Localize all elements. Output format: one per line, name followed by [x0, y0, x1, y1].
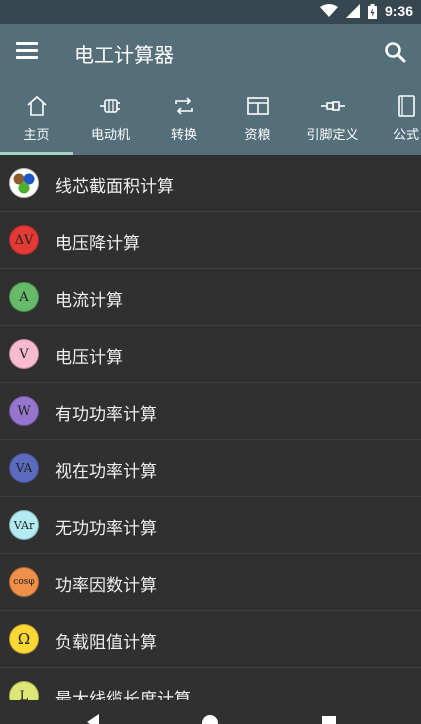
tab-label: 转换	[170, 128, 197, 143]
recents-icon[interactable]	[322, 716, 336, 724]
back-icon[interactable]	[85, 714, 101, 724]
list-item[interactable]: W 有功功率计算	[0, 383, 421, 440]
active-power-icon: W	[9, 396, 39, 426]
tab-label: 主页	[23, 128, 50, 143]
tab-convert[interactable]: 转换	[148, 82, 220, 155]
tab-motor[interactable]: 电动机	[73, 82, 148, 155]
app-screen: 9:36 电工计算器 主页 电动机 转换 资粮 引脚定义 公式 线芯截面积计算 …	[0, 0, 421, 724]
list-item[interactable]: V 电压计算	[0, 326, 421, 383]
motor-icon	[99, 99, 120, 113]
table-icon	[246, 97, 269, 115]
power-factor-icon: cosφ	[9, 567, 39, 597]
tab-label: 引脚定义	[306, 128, 359, 143]
reactive-power-icon: VAr	[9, 510, 39, 540]
load-resistance-icon: Ω	[9, 624, 39, 654]
home-icon	[26, 95, 47, 116]
list-item[interactable]: L 最大线缆长度计算	[0, 668, 421, 700]
list-item[interactable]: A 电流计算	[0, 269, 421, 326]
list-item[interactable]: VAr 无功功率计算	[0, 497, 421, 554]
cable-length-icon: L	[9, 681, 39, 700]
tab-pinout[interactable]: 引脚定义	[295, 82, 370, 155]
book-icon	[398, 95, 415, 117]
search-icon[interactable]	[383, 40, 407, 64]
tab-label: 电动机	[90, 128, 130, 143]
calculator-list: 线芯截面积计算 ΔV 电压降计算 A 电流计算 V 电压计算 W 有功功率计算 …	[0, 155, 421, 700]
apparent-power-icon: VA	[9, 453, 39, 483]
status-icons: 9:36	[319, 3, 413, 19]
list-item[interactable]: cosφ 功率因数计算	[0, 554, 421, 611]
list-item[interactable]: ΔV 电压降计算	[0, 212, 421, 269]
status-bar: 9:36	[0, 0, 421, 24]
list-item[interactable]: 线芯截面积计算	[0, 155, 421, 212]
current-icon: A	[9, 282, 39, 312]
tab-formula[interactable]: 公式	[380, 82, 421, 155]
wifi-icon	[319, 4, 338, 17]
battery-icon	[367, 3, 377, 19]
menu-icon[interactable]	[16, 42, 38, 60]
navigation-bar	[0, 700, 421, 724]
list-item-label: 电压计算	[55, 348, 123, 368]
list-item-label: 视在功率计算	[55, 462, 157, 482]
tab-label: 公式	[392, 128, 419, 143]
clock: 9:36	[384, 3, 413, 19]
repeat-icon	[175, 97, 193, 115]
tab-resources[interactable]: 资粮	[220, 82, 295, 155]
list-item[interactable]: VA 视在功率计算	[0, 440, 421, 497]
app-bar: 电工计算器	[0, 24, 421, 82]
signal-icon	[345, 4, 360, 18]
voltage-icon: V	[9, 339, 39, 369]
voltage-drop-icon: ΔV	[9, 225, 39, 255]
list-item[interactable]: Ω 负载阻值计算	[0, 611, 421, 668]
list-item-label: 电压降计算	[55, 234, 140, 254]
wire-cross-section-icon	[9, 168, 39, 198]
connector-icon	[320, 101, 345, 111]
tab-label: 资粮	[244, 128, 271, 143]
list-item-label: 电流计算	[55, 291, 123, 311]
tab-bar: 主页 电动机 转换 资粮 引脚定义 公式	[0, 82, 421, 155]
list-item-label: 负载阻值计算	[55, 633, 157, 653]
list-item-label: 有功功率计算	[55, 405, 157, 425]
app-title: 电工计算器	[74, 43, 174, 67]
list-item-label: 最大线缆长度计算	[55, 690, 191, 700]
home-button-icon[interactable]	[201, 714, 219, 724]
list-item-label: 无功功率计算	[55, 519, 157, 539]
tab-home[interactable]: 主页	[0, 82, 73, 155]
list-item-label: 线芯截面积计算	[55, 177, 174, 197]
list-item-label: 功率因数计算	[55, 576, 157, 596]
